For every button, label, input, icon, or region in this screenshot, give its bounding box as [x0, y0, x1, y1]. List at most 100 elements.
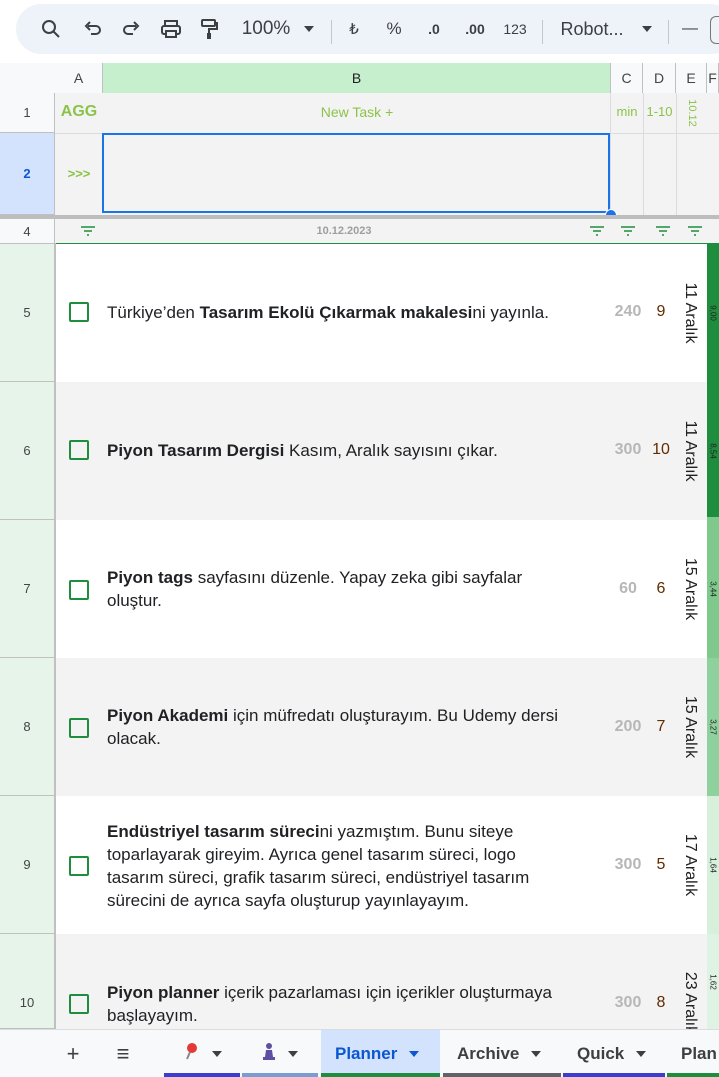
number-format-button[interactable]: 123	[500, 4, 530, 54]
task-checkbox[interactable]	[69, 302, 89, 322]
task-text[interactable]: Piyon Akademi için müfredatı oluşturayım…	[107, 704, 577, 750]
row2-marker: >>>	[67, 166, 91, 181]
row-header-6[interactable]: 6	[0, 382, 55, 520]
task-text-bold: Piyon Akademi	[107, 706, 229, 725]
task-text[interactable]: Endüstriyel tasarım sürecini yazmıştım. …	[107, 820, 577, 912]
decrease-decimal-button[interactable]: .0	[420, 4, 448, 54]
print-icon[interactable]	[156, 4, 186, 54]
filter-icon[interactable]	[687, 224, 703, 242]
task-text[interactable]: Piyon Tasarım Dergisi Kasım, Aralık sayı…	[107, 439, 577, 462]
chevron-down-icon[interactable]	[636, 1050, 647, 1057]
tab-plan[interactable]: Plan	[667, 1030, 719, 1077]
chevron-down-icon[interactable]	[212, 1050, 222, 1057]
chess-pawn-icon	[262, 1042, 276, 1065]
undo-icon[interactable]	[78, 4, 108, 54]
task-text[interactable]: Türkiye’den Tasarım Ekolü Çıkarmak makal…	[107, 301, 577, 324]
task-date-cell: 11 Aralık	[673, 382, 707, 520]
task-row: Piyon Akademi için müfredatı oluşturayım…	[55, 658, 707, 796]
add-sheet-button[interactable]: +	[62, 1030, 84, 1077]
task-checkbox[interactable]	[69, 718, 89, 738]
chevron-down-icon[interactable]	[409, 1050, 420, 1057]
row-header-4[interactable]: 4	[0, 215, 55, 244]
tab-pin[interactable]	[164, 1030, 240, 1077]
task-date: 11 Aralık	[682, 282, 699, 344]
tab-color-bar	[443, 1073, 561, 1077]
tab-planner[interactable]: Planner	[321, 1030, 440, 1077]
zoom-select[interactable]: 100%	[238, 4, 294, 54]
paint-format-icon[interactable]	[194, 4, 224, 54]
score-bar: 8,54	[707, 382, 719, 520]
row-header-1[interactable]: 1	[0, 93, 55, 133]
tab-color-bar	[164, 1073, 240, 1077]
priority-scale-label: 1-10	[646, 104, 673, 119]
row-header-2[interactable]: 2	[0, 133, 55, 215]
tab-quick-label: Quick	[577, 1043, 625, 1063]
task-minutes: 300	[614, 994, 642, 1011]
task-checkbox[interactable]	[69, 440, 89, 460]
agg-label: AGG	[60, 103, 98, 120]
tab-color-bar	[321, 1073, 440, 1077]
chevron-down-icon[interactable]	[640, 4, 654, 54]
filter-icon[interactable]	[655, 224, 671, 242]
tab-color-bar	[242, 1073, 318, 1077]
tab-quick[interactable]: Quick	[563, 1030, 665, 1077]
font-size-input[interactable]	[710, 16, 719, 44]
new-task-input[interactable]	[102, 133, 610, 213]
task-text-bold: Endüstriyel tasarım süreci	[107, 822, 320, 841]
currency-format-button[interactable]: ₺	[342, 4, 366, 54]
row-header-8[interactable]: 8	[0, 658, 55, 796]
row-header-10[interactable]: 10	[0, 934, 55, 1029]
tab-color-bar	[667, 1073, 719, 1077]
filter-icon[interactable]	[620, 224, 636, 242]
tab-chess[interactable]	[242, 1030, 318, 1077]
task-date: 23 Aralık	[682, 971, 699, 1029]
task-text-bold: Piyon planner	[107, 983, 220, 1002]
task-date-cell: 23 Aralık	[673, 934, 707, 1029]
font-select[interactable]: Robot...	[556, 4, 628, 54]
score-bar-label: 8,54	[708, 443, 718, 459]
task-text[interactable]: Piyon planner içerik pazarlaması için iç…	[107, 981, 577, 1027]
chevron-down-icon[interactable]	[302, 4, 316, 54]
score-bar: 3,44	[707, 520, 719, 658]
column-header-a[interactable]: A	[55, 63, 103, 93]
row-header-5[interactable]: 5	[0, 244, 55, 382]
all-sheets-button[interactable]: ≡	[110, 1030, 136, 1077]
task-checkbox[interactable]	[69, 580, 89, 600]
redo-icon[interactable]	[116, 4, 146, 54]
column-header-f[interactable]: F	[707, 63, 719, 93]
score-bar-label: 3,27	[708, 719, 718, 735]
tab-archive[interactable]: Archive	[443, 1030, 561, 1077]
task-priority: 8	[656, 994, 666, 1011]
column-header-b[interactable]: B	[103, 63, 611, 93]
date-header-cell: 10.12	[676, 93, 707, 133]
score-bar-label: 1,64	[708, 857, 718, 873]
column-header-d[interactable]: D	[643, 63, 676, 93]
task-row: Piyon tags sayfasını düzenle. Yapay zeka…	[55, 520, 707, 658]
task-checkbox[interactable]	[69, 856, 89, 876]
search-icon[interactable]	[36, 4, 66, 54]
filter-icon[interactable]	[589, 224, 605, 242]
task-minutes: 300	[614, 856, 642, 873]
task-text-bold: Piyon Tasarım Dergisi	[107, 441, 285, 460]
decrease-font-size-button[interactable]: —	[680, 4, 700, 54]
chevron-down-icon[interactable]	[531, 1050, 542, 1057]
tab-plan-label: Plan	[681, 1043, 717, 1063]
toolbar-divider	[542, 20, 543, 44]
column-header-c[interactable]: C	[611, 63, 643, 93]
column-header-e[interactable]: E	[676, 63, 707, 93]
row-header-7[interactable]: 7	[0, 520, 55, 658]
task-date: 17 Aralık	[682, 833, 699, 897]
min-header-label: min	[616, 104, 638, 119]
row-header-9[interactable]: 9	[0, 796, 55, 934]
task-checkbox[interactable]	[69, 994, 89, 1014]
score-bar: 1,62	[707, 934, 719, 1029]
increase-decimal-button[interactable]: .00	[460, 4, 490, 54]
new-task-button[interactable]: New Task +	[103, 93, 611, 133]
filter-icon[interactable]	[80, 224, 96, 242]
task-text[interactable]: Piyon tags sayfasını düzenle. Yapay zeka…	[107, 566, 577, 612]
task-priority: 7	[656, 718, 666, 735]
task-text-bold: Tasarım Ekolü Çıkarmak makalesi	[199, 303, 473, 322]
chevron-down-icon[interactable]	[288, 1050, 298, 1057]
task-date: 15 Aralık	[682, 695, 699, 759]
percent-format-button[interactable]: %	[382, 4, 406, 54]
